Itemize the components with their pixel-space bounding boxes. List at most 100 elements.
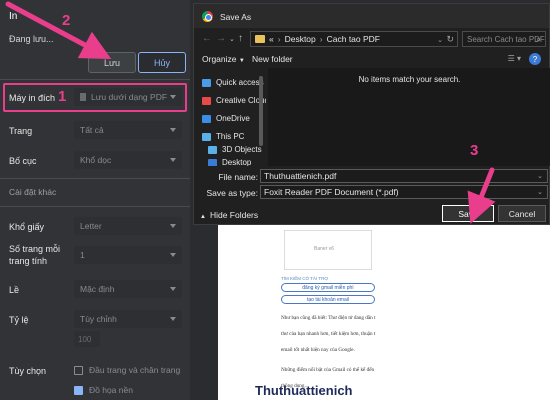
layout-label: Bố cục: [9, 156, 37, 166]
headers-footers-checkbox[interactable]: [74, 366, 83, 375]
margins-value: Mặc định: [80, 284, 115, 294]
search-icon: ⌕: [535, 34, 541, 44]
save-type-select[interactable]: Foxit Reader PDF Document (*.pdf) ⌄: [260, 185, 548, 199]
scale-value: Tùy chỉnh: [80, 314, 117, 324]
file-list-pane[interactable]: No items match your search.: [268, 68, 550, 166]
margins-label: Lề: [9, 285, 20, 295]
search-input[interactable]: Search Cach tao PDF ⌕: [462, 31, 546, 47]
save-type-value: Foxit Reader PDF Document (*.pdf): [264, 187, 399, 197]
up-arrow-icon[interactable]: ↑: [238, 33, 243, 44]
dialog-title: Save As: [220, 12, 252, 22]
scale-label: Tỷ lệ: [9, 315, 29, 325]
more-settings-toggle[interactable]: Cài đặt khác: [9, 187, 56, 197]
paragraph-line: email tốt nhất hiện nay của Google.: [281, 347, 355, 353]
forward-arrow-icon[interactable]: →: [216, 33, 226, 44]
chevron-down-icon: ▼: [238, 58, 245, 64]
chevron-down-icon: [170, 128, 176, 132]
pages-per-sheet-select[interactable]: 1: [74, 246, 182, 264]
pages-select[interactable]: Tất cả: [74, 121, 182, 139]
print-settings-panel: In Đang lưu... Lưu Hủy Máy in đích Lưu d…: [0, 0, 190, 400]
preview-page: Baner v6 TÌM KIẾM CÓ TÀI TRỢ đăng ký gma…: [218, 220, 550, 400]
breadcrumb-overflow[interactable]: «: [269, 34, 274, 44]
chevron-down-icon: [170, 317, 176, 321]
paper-size-select[interactable]: Letter: [74, 217, 182, 235]
chevron-down-icon: [170, 253, 176, 257]
hide-folders-toggle[interactable]: ▲ Hide Folders: [200, 210, 258, 220]
address-row: ← → ⌄ ↑ « › Desktop › Cach tao PDF ⌄ ↻ S…: [194, 28, 549, 50]
watermark-logo: Thuthuattienich: [255, 383, 353, 398]
chevron-down-icon: [170, 158, 176, 162]
nav-item-creative-cloud[interactable]: Creative Cloud Fil: [202, 96, 266, 105]
headers-footers-label: Đầu trang và chân trang: [89, 365, 181, 375]
step-number-1: 1: [58, 88, 67, 105]
print-status: Đang lưu...: [9, 34, 54, 44]
paper-size-value: Letter: [80, 221, 102, 231]
save-type-label: Save as type:: [206, 188, 258, 198]
nav-item-label: This PC: [216, 132, 245, 141]
nav-item-this-pc[interactable]: This PC: [202, 132, 244, 141]
breadcrumb-desktop[interactable]: Desktop: [285, 34, 316, 44]
organize-button[interactable]: Organize ▼: [202, 54, 245, 64]
cloud-icon: [202, 114, 211, 123]
paragraph-line: thư của bạn nhanh hơn, tiết kiệm hơn, th…: [281, 331, 376, 337]
pages-value: Tất cả: [80, 125, 104, 135]
navigation-pane: Quick access Creative Cloud Fil OneDrive…: [194, 68, 266, 166]
nav-item-3d-objects[interactable]: 3D Objects: [208, 145, 262, 154]
sponsored-link: đăng ký gmail miễn phí: [281, 283, 375, 292]
chevron-down-icon[interactable]: ⌄: [437, 36, 443, 44]
print-cancel-button[interactable]: Hủy: [138, 52, 186, 73]
background-graphics-checkbox[interactable]: [74, 386, 83, 395]
dialog-save-button[interactable]: Save: [442, 205, 494, 222]
chevron-down-icon[interactable]: ⌄: [537, 172, 543, 180]
breadcrumb-separator: ›: [319, 34, 323, 44]
organize-label: Organize: [202, 54, 237, 64]
breadcrumb-separator: ›: [277, 34, 281, 44]
back-arrow-icon[interactable]: ←: [202, 33, 212, 44]
nav-scrollbar[interactable]: [258, 68, 264, 166]
chevron-down-icon: [170, 287, 176, 291]
scrollbar-thumb[interactable]: [259, 76, 263, 146]
nav-item-label: 3D Objects: [222, 145, 262, 154]
nav-item-label: OneDrive: [216, 114, 250, 123]
scale-select[interactable]: Tùy chỉnh: [74, 310, 182, 328]
breadcrumb-current-folder[interactable]: Cach tao PDF: [327, 34, 380, 44]
destination-highlight: [3, 83, 187, 112]
view-options-icon[interactable]: ☰ ▾: [508, 54, 521, 63]
chrome-icon: [202, 11, 213, 22]
nav-item-desktop[interactable]: Desktop: [208, 158, 251, 166]
dialog-titlebar: Save As: [194, 4, 549, 28]
print-save-button[interactable]: Lưu: [88, 52, 136, 73]
chevron-down-icon: [170, 224, 176, 228]
divider: [0, 79, 190, 80]
background-graphics-label: Đồ họa nền: [89, 385, 133, 395]
creative-cloud-icon: [202, 96, 211, 105]
file-name-input[interactable]: Thuthuattienich.pdf ⌄: [260, 169, 548, 183]
refresh-icon[interactable]: ↻: [446, 34, 454, 45]
scale-input[interactable]: 100: [74, 331, 100, 347]
paragraph-line: Những điểm nổi bật của Gmail có thể kể đ…: [281, 367, 375, 373]
nav-item-onedrive[interactable]: OneDrive: [202, 114, 250, 123]
new-folder-button[interactable]: New folder: [252, 54, 293, 64]
step-number-2: 2: [62, 12, 71, 29]
layout-select[interactable]: Khổ dọc: [74, 151, 182, 169]
nav-item-label: Quick access: [216, 78, 264, 87]
file-name-value: Thuthuattienich.pdf: [264, 171, 337, 181]
step-number-3: 3: [470, 142, 479, 159]
print-title: In: [9, 11, 18, 22]
sponsored-link: tạo tài khoản email: [281, 295, 375, 304]
pc-icon: [202, 132, 211, 141]
chevron-up-icon: ▲: [200, 214, 206, 220]
dialog-cancel-button[interactable]: Cancel: [498, 205, 546, 222]
pages-label: Trang: [9, 126, 33, 136]
help-icon[interactable]: ?: [529, 53, 541, 65]
file-name-label: File name:: [218, 172, 258, 182]
empty-message: No items match your search.: [358, 75, 461, 84]
dialog-toolbar: Organize ▼ New folder ☰ ▾ ?: [194, 50, 549, 68]
ad-label: Baner v6: [314, 246, 335, 252]
margins-select[interactable]: Mặc định: [74, 280, 182, 298]
search-placeholder: Search Cach tao PDF: [467, 34, 545, 44]
chevron-down-icon: ⌄: [537, 189, 543, 196]
nav-item-quick-access[interactable]: Quick access: [202, 78, 264, 87]
recent-locations-icon[interactable]: ⌄: [229, 35, 235, 43]
address-bar[interactable]: « › Desktop › Cach tao PDF ⌄ ↻: [250, 31, 458, 47]
